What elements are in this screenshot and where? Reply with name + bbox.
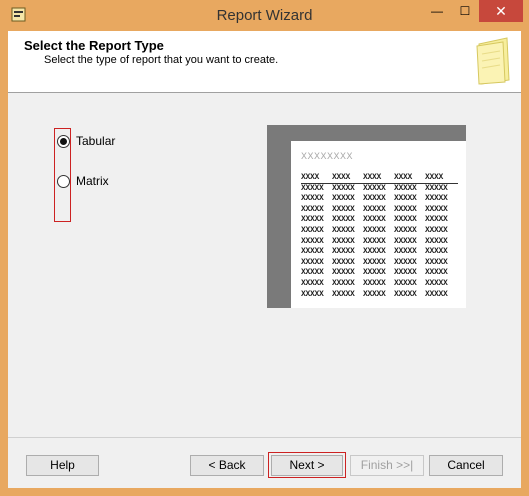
preview-cell: XXXXX (394, 257, 417, 267)
preview-cell: XXXXX (394, 194, 417, 204)
preview-cell: XXXXX (425, 225, 448, 235)
preview-cell: XXXXX (301, 268, 324, 278)
preview-cell: XXXXX (425, 204, 448, 214)
preview-cell: XXXXX (425, 194, 448, 204)
minimize-button[interactable]: — (423, 0, 451, 22)
preview-cell: XXXXX (363, 257, 386, 267)
tabular-label[interactable]: Tabular (76, 134, 115, 148)
preview-cell: XXXXX (332, 225, 355, 235)
preview-cell: XXXXX (301, 225, 324, 235)
title-bar[interactable]: Report Wizard — ☐ ✕ (0, 0, 529, 30)
preview-cell: XXXXX (332, 289, 355, 299)
back-button[interactable]: < Back (190, 455, 264, 476)
wizard-header: Select the Report Type Select the type o… (8, 31, 521, 93)
preview-cell: XXXXX (363, 194, 386, 204)
notepad-icon (476, 37, 510, 85)
preview-cell: XXXXX (425, 278, 448, 288)
preview-cell: XXXXX (332, 215, 355, 225)
help-button[interactable]: Help (26, 455, 99, 476)
preview-cell: XXXXX (301, 236, 324, 246)
preview-cell: XXXXX (394, 289, 417, 299)
preview-row: XXXXX XXXXX XXXXX XXXXX XXXXX (301, 247, 456, 258)
preview-table: XXXX XXXX XXXX XXXX XXXX XXXXX XXXXX XXXXX XXXXX… (301, 173, 456, 300)
preview-cell: XXXXX (394, 236, 417, 246)
close-button[interactable]: ✕ (479, 0, 523, 22)
matrix-radio[interactable] (57, 175, 70, 188)
preview-cell: XXXXX (425, 215, 448, 225)
next-button[interactable]: Next > (271, 455, 343, 476)
preview-cell: XXXXX (332, 194, 355, 204)
preview-header-cell: XXXX (394, 173, 413, 182)
preview-cell: XXXXX (394, 268, 417, 278)
preview-cell: XXXXX (425, 183, 448, 193)
preview-cell: XXXXX (332, 204, 355, 214)
preview-cell: XXXXX (425, 289, 448, 299)
preview-cell: XXXXX (394, 215, 417, 225)
report-preview: XXXXXXXX XXXX XXXX XXXX XXXX XXXX XXXXX XXXXX X… (267, 125, 466, 308)
maximize-button[interactable]: ☐ (451, 0, 479, 22)
preview-cell: XXXXX (363, 268, 386, 278)
preview-cell: XXXXX (332, 183, 355, 193)
preview-cell: XXXXX (363, 183, 386, 193)
cancel-button[interactable]: Cancel (429, 455, 503, 476)
preview-cell: XXXXX (394, 278, 417, 288)
preview-cell: XXXXX (394, 183, 417, 193)
preview-row: XXXXX XXXXX XXXXX XXXXX XXXXX (301, 290, 456, 301)
preview-cell: XXXXX (301, 257, 324, 267)
preview-cell: XXXXX (363, 215, 386, 225)
button-separator (8, 437, 521, 438)
preview-cell: XXXXX (425, 247, 448, 257)
preview-cell: XXXXX (363, 278, 386, 288)
preview-cell: XXXXX (363, 204, 386, 214)
page-subtitle: Select the type of report that you want … (44, 54, 279, 66)
preview-header-cell: XXXX (301, 173, 320, 182)
wizard-body: Select the Report Type Select the type o… (8, 31, 521, 488)
preview-cell: XXXXX (363, 236, 386, 246)
preview-header-row: XXXX XXXX XXXX XXXX XXXX (301, 173, 456, 184)
report-wizard-window: Report Wizard — ☐ ✕ Select the Report Ty… (0, 0, 529, 496)
preview-cell: XXXXX (301, 289, 324, 299)
preview-row: XXXXX XXXXX XXXXX XXXXX XXXXX (301, 215, 456, 226)
preview-row: XXXXX XXXXX XXXXX XXXXX XXXXX (301, 258, 456, 269)
preview-cell: XXXXX (332, 236, 355, 246)
preview-cell: XXXXX (332, 247, 355, 257)
preview-cell: XXXXX (332, 268, 355, 278)
preview-cell: XXXXX (301, 204, 324, 214)
preview-header-cell: XXXX (363, 173, 382, 182)
preview-row: XXXXX XXXXX XXXXX XXXXX XXXXX (301, 268, 456, 279)
preview-cell: XXXXX (332, 278, 355, 288)
preview-cell: XXXXX (394, 204, 417, 214)
preview-row: XXXXX XXXXX XXXXX XXXXX XXXXX (301, 205, 456, 216)
preview-row: XXXXX XXXXX XXXXX XXXXX XXXXX (301, 237, 456, 248)
preview-cell: XXXXX (301, 183, 324, 193)
preview-page: XXXXXXXX XXXX XXXX XXXX XXXX XXXX XXXXX XXXXX X… (291, 141, 466, 308)
preview-row: XXXXX XXXXX XXXXX XXXXX XXXXX (301, 194, 456, 205)
tabular-radio[interactable] (57, 135, 70, 148)
preview-cell: XXXXX (394, 247, 417, 257)
preview-cell: XXXXX (301, 278, 324, 288)
preview-cell: XXXXX (425, 268, 448, 278)
page-title: Select the Report Type (24, 38, 164, 53)
preview-cell: XXXXX (332, 257, 355, 267)
preview-cell: XXXXX (425, 257, 448, 267)
radio-selected-dot (60, 138, 67, 145)
preview-cell: XXXXX (363, 247, 386, 257)
preview-cell: XXXXX (363, 225, 386, 235)
preview-title: XXXXXXXX (301, 152, 354, 163)
preview-cell: XXXXX (425, 236, 448, 246)
preview-row: XXXXX XXXXX XXXXX XXXXX XXXXX (301, 184, 456, 195)
preview-header-cell: XXXX (425, 173, 444, 182)
preview-cell: XXXXX (301, 194, 324, 204)
finish-button: Finish >>| (350, 455, 424, 476)
preview-row: XXXXX XXXXX XXXXX XXXXX XXXXX (301, 226, 456, 237)
matrix-label[interactable]: Matrix (76, 174, 109, 188)
preview-header-cell: XXXX (332, 173, 351, 182)
preview-cell: XXXXX (394, 225, 417, 235)
preview-cell: XXXXX (301, 247, 324, 257)
preview-row: XXXXX XXXXX XXXXX XXXXX XXXXX (301, 279, 456, 290)
preview-cell: XXXXX (301, 215, 324, 225)
preview-cell: XXXXX (363, 289, 386, 299)
